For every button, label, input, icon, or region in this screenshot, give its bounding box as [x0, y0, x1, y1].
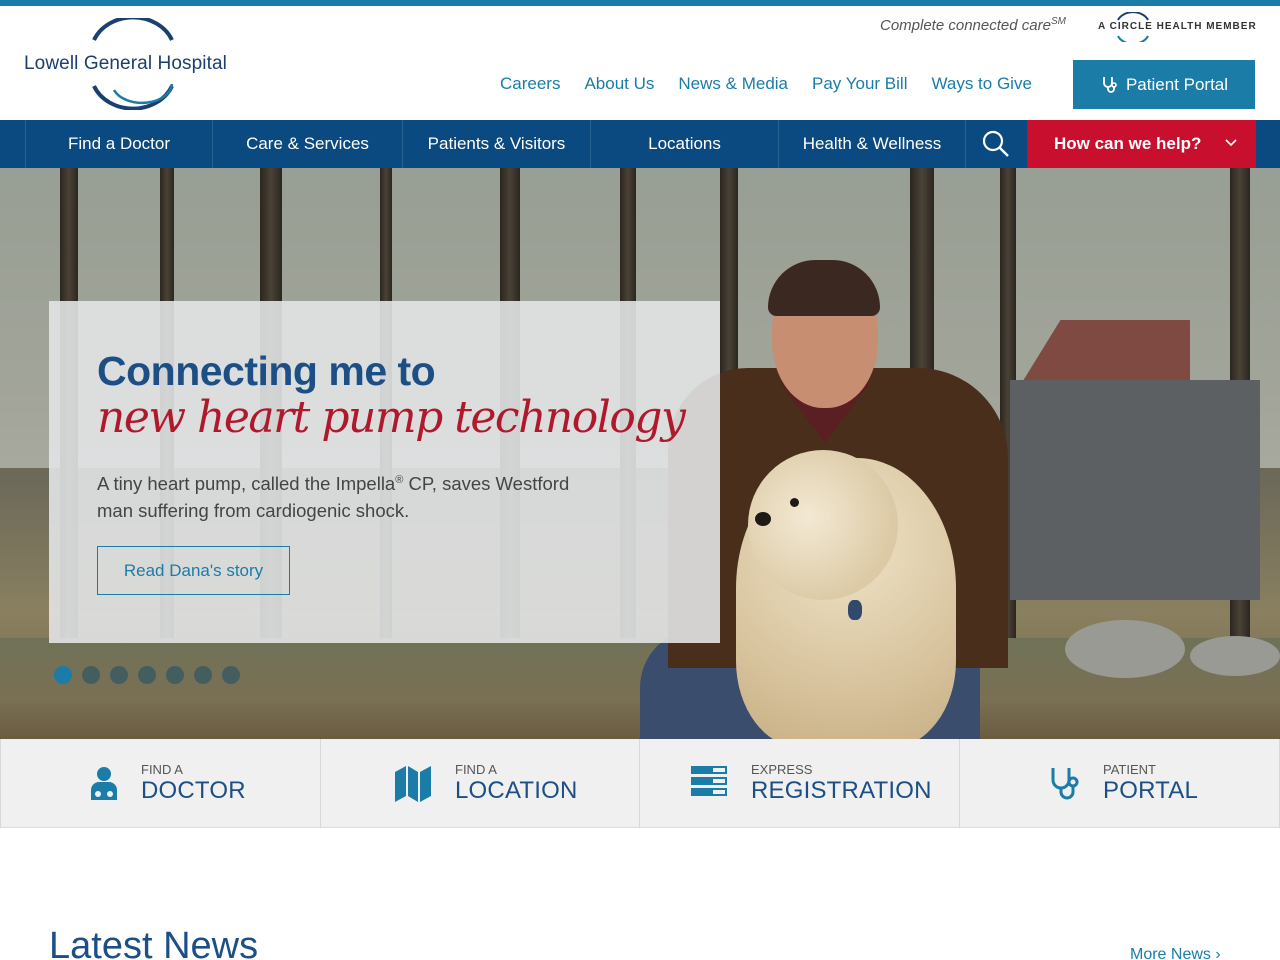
hero-body-part1: A tiny heart pump, called the Impella: [97, 473, 396, 495]
registration-icon: [691, 766, 727, 796]
circle-health-badge[interactable]: A CIRCLE HEALTH MEMBER: [1098, 12, 1258, 42]
quick-link-find-location[interactable]: FIND A LOCATION: [321, 739, 640, 828]
carousel-dot[interactable]: [138, 666, 156, 684]
patient-portal-label: Patient Portal: [1125, 74, 1229, 94]
carousel-dot[interactable]: [110, 666, 128, 684]
dog-eye: [790, 498, 799, 507]
map-icon: [395, 766, 431, 802]
util-link-about-us[interactable]: About Us: [584, 74, 654, 94]
tagline: Complete connected careSM: [880, 16, 1066, 34]
quick-link-express-registration[interactable]: EXPRESS REGISTRATION: [640, 739, 960, 828]
search-icon: [982, 130, 1009, 157]
carousel-dots: [54, 666, 240, 684]
quick-link-big: DOCTOR: [141, 777, 246, 804]
chevron-down-icon: [1225, 139, 1237, 147]
carousel-dot[interactable]: [166, 666, 184, 684]
nav-find-a-doctor[interactable]: Find a Doctor: [25, 120, 213, 168]
carousel-dot[interactable]: [54, 666, 72, 684]
quick-link-big: REGISTRATION: [751, 777, 932, 804]
quick-link-small: FIND A: [141, 762, 183, 777]
quick-links: FIND A DOCTOR FIND A LOCATION EXPRESS RE…: [0, 739, 1280, 828]
patient-portal-button[interactable]: Patient Portal: [1073, 60, 1255, 109]
nav-locations[interactable]: Locations: [591, 120, 779, 168]
dog-nose: [755, 512, 771, 526]
carousel-dot[interactable]: [82, 666, 100, 684]
quick-link-small: FIND A: [455, 762, 497, 777]
stethoscope-icon: [1051, 768, 1079, 800]
hospital-logo[interactable]: Lowell General Hospital: [22, 18, 252, 110]
utility-nav: Careers About Us News & Media Pay Your B…: [500, 74, 1032, 94]
how-can-we-help-button[interactable]: How can we help?: [1027, 120, 1256, 168]
stethoscope-icon: [1103, 76, 1117, 93]
service-mark: SM: [1050, 16, 1066, 27]
util-link-careers[interactable]: Careers: [500, 74, 560, 94]
tagline-text: Complete connected care: [880, 17, 1051, 34]
help-label: How can we help?: [1054, 134, 1202, 153]
rock: [1190, 636, 1280, 676]
latest-news-heading: Latest News: [49, 925, 259, 960]
quick-link-find-doctor[interactable]: FIND A DOCTOR: [0, 739, 321, 828]
quick-link-big: PORTAL: [1103, 777, 1199, 804]
carousel-dot[interactable]: [194, 666, 212, 684]
util-link-pay-your-bill[interactable]: Pay Your Bill: [812, 74, 907, 94]
dog-tag: [848, 600, 862, 620]
quick-link-patient-portal[interactable]: PATIENT PORTAL: [960, 739, 1280, 828]
quick-link-small: EXPRESS: [751, 762, 813, 777]
hero-body: A tiny heart pump, called the Impella® C…: [97, 467, 597, 524]
logo-text: Lowell General Hospital: [24, 53, 227, 74]
util-link-news-media[interactable]: News & Media: [678, 74, 788, 94]
rock: [1065, 620, 1185, 678]
doctor-icon: [91, 767, 117, 800]
badge-text: A CIRCLE HEALTH MEMBER: [1098, 21, 1257, 32]
more-news-link[interactable]: More News ›: [1130, 946, 1221, 960]
nav-health-wellness[interactable]: Health & Wellness: [779, 120, 966, 168]
nav-patients-visitors[interactable]: Patients & Visitors: [403, 120, 591, 168]
hero-subheadline: new heart pump technology: [97, 392, 686, 443]
hero-headline: Connecting me to: [97, 348, 436, 394]
carousel-dot[interactable]: [222, 666, 240, 684]
top-accent-stripe: [0, 0, 1280, 6]
quick-link-big: LOCATION: [455, 777, 578, 804]
house: [1010, 380, 1260, 600]
dog-head: [748, 450, 898, 600]
nav-care-services[interactable]: Care & Services: [213, 120, 403, 168]
nav-search-button[interactable]: [966, 120, 1026, 168]
quick-link-small: PATIENT: [1103, 762, 1156, 777]
util-link-ways-to-give[interactable]: Ways to Give: [931, 74, 1031, 94]
read-story-button[interactable]: Read Dana's story: [97, 546, 290, 595]
